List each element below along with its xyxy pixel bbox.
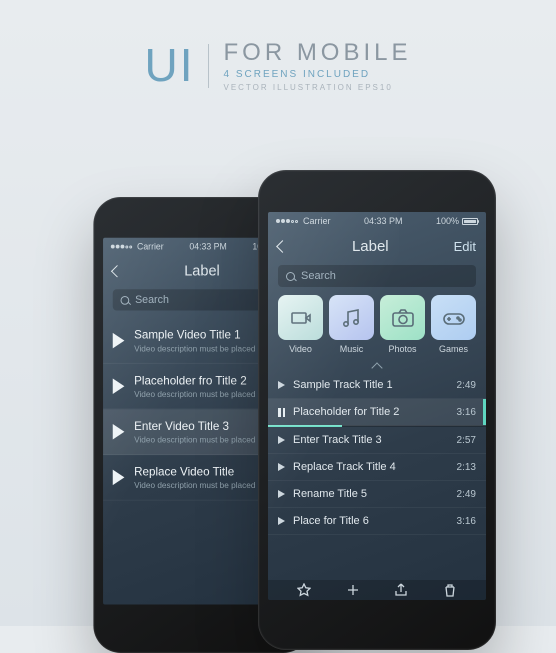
play-icon	[278, 517, 285, 525]
search-icon	[121, 296, 130, 305]
track-row[interactable]: Replace Track Title 4 2:13	[268, 454, 486, 481]
nav-title: Label	[352, 238, 389, 255]
pause-icon	[278, 408, 285, 417]
play-icon	[278, 436, 285, 444]
video-icon	[278, 295, 323, 340]
track-title: Place for Title 6	[293, 515, 449, 527]
status-time: 04:33 PM	[189, 242, 226, 252]
hero-divider	[208, 44, 209, 88]
trash-icon[interactable]	[443, 583, 457, 597]
category-camera[interactable]: Photos	[380, 295, 425, 354]
hero-mobile-text: FOR MOBILE	[223, 39, 411, 67]
track-duration: 2:57	[457, 435, 476, 446]
track-duration: 2:13	[457, 462, 476, 473]
share-icon[interactable]	[394, 583, 408, 597]
hero-ui-text: UI	[144, 38, 194, 92]
music-icon	[329, 295, 374, 340]
track-title: Sample Track Title 1	[293, 379, 449, 391]
play-icon	[113, 424, 125, 440]
status-bar: Carrier 04:33 PM 100%	[268, 212, 486, 230]
battery-icon	[462, 218, 478, 225]
track-title: Placeholder for Title 2	[293, 406, 449, 418]
play-icon	[113, 378, 125, 394]
category-music[interactable]: Music	[329, 295, 374, 354]
plus-icon[interactable]	[346, 583, 360, 597]
play-icon	[113, 470, 125, 486]
phone-mockup-right: Carrier 04:33 PM 100% Label Edit Search …	[258, 170, 496, 650]
status-time: 04:33 PM	[364, 216, 403, 226]
category-gamepad[interactable]: Games	[431, 295, 476, 354]
category-label: Photos	[388, 344, 416, 354]
carrier-label: Carrier	[137, 242, 164, 252]
play-icon	[113, 333, 125, 349]
star-icon[interactable]	[297, 583, 311, 597]
nav-bar: Label Edit	[268, 230, 486, 265]
track-title: Rename Title 5	[293, 488, 449, 500]
edit-button[interactable]: Edit	[454, 239, 476, 254]
hero-header: UI FOR MOBILE 4 SCREENS INCLUDED VECTOR …	[0, 38, 556, 92]
hero-caption: VECTOR ILLUSTRATION EPS10	[223, 83, 392, 92]
category-label: Video	[289, 344, 312, 354]
track-duration: 2:49	[457, 380, 476, 391]
track-row[interactable]: Placeholder for Title 2 3:16	[268, 399, 486, 426]
camera-icon	[380, 295, 425, 340]
category-label: Music	[340, 344, 364, 354]
gamepad-icon	[431, 295, 476, 340]
carrier-label: Carrier	[303, 216, 331, 226]
signal-icon: Carrier	[276, 216, 331, 226]
search-input[interactable]: Search	[278, 265, 476, 287]
track-row[interactable]: Sample Track Title 1 2:49	[268, 372, 486, 399]
track-title: Replace Track Title 4	[293, 461, 449, 473]
battery-indicator: 100%	[436, 216, 478, 226]
track-row[interactable]: Enter Track Title 3 2:57	[268, 427, 486, 454]
nav-title: Label	[184, 263, 220, 279]
search-icon	[286, 272, 295, 281]
hero-subtitle: 4 SCREENS INCLUDED	[223, 69, 370, 80]
search-placeholder: Search	[301, 270, 336, 282]
track-duration: 3:16	[457, 407, 476, 418]
back-icon[interactable]	[111, 265, 123, 277]
collapse-handle[interactable]	[268, 358, 486, 372]
signal-icon: Carrier	[111, 242, 164, 252]
battery-label: 100%	[436, 216, 459, 226]
track-row[interactable]: Place for Title 6 3:16	[268, 508, 486, 535]
track-title: Enter Track Title 3	[293, 434, 449, 446]
play-icon	[278, 381, 285, 389]
track-row[interactable]: Rename Title 5 2:49	[268, 481, 486, 508]
category-label: Games	[439, 344, 468, 354]
track-duration: 3:16	[457, 516, 476, 527]
search-placeholder: Search	[135, 294, 169, 306]
play-icon	[278, 463, 285, 471]
back-icon[interactable]	[276, 240, 289, 253]
track-duration: 2:49	[457, 489, 476, 500]
bottom-toolbar	[268, 580, 486, 600]
play-icon	[278, 490, 285, 498]
category-video[interactable]: Video	[278, 295, 323, 354]
